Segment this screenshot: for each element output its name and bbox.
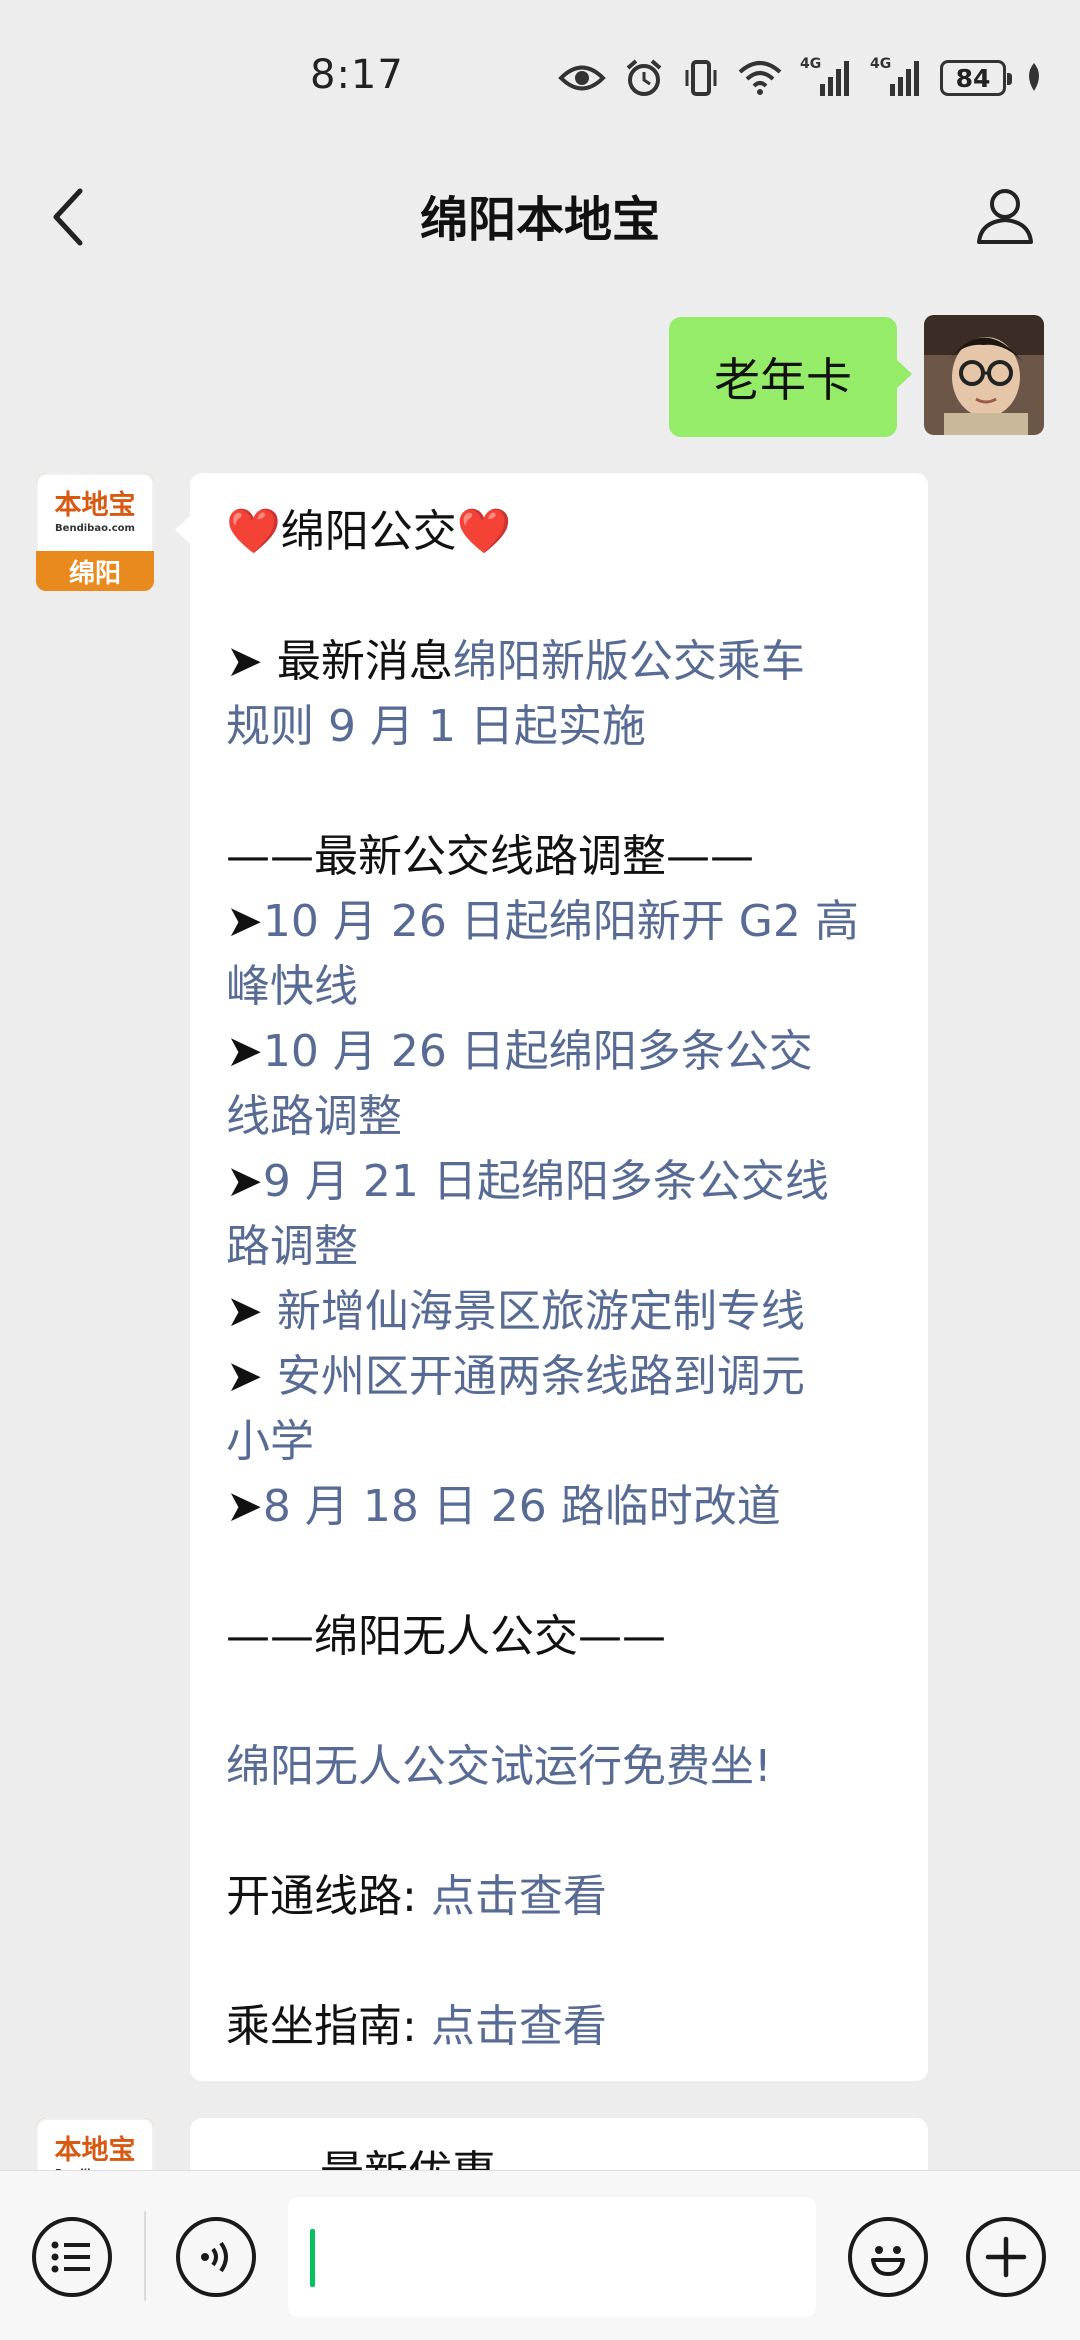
voice-icon: [201, 2241, 228, 2273]
more-button[interactable]: [966, 2217, 1046, 2297]
nav-bar: 绵阳本地宝: [0, 150, 1080, 280]
chat-title: 绵阳本地宝: [419, 192, 660, 248]
status-bar: 8:17 4G 4G 84: [0, 0, 1080, 150]
vibrate-icon: [682, 58, 720, 98]
emoji-icon: [871, 2246, 905, 2276]
user-avatar[interactable]: [924, 315, 1044, 435]
voice-button[interactable]: [176, 2217, 256, 2297]
network-label: 4G: [870, 56, 892, 72]
route-link[interactable]: 安州区开通两条线路到调元: [277, 1351, 805, 1402]
leaf-icon: [1024, 61, 1044, 95]
message-input[interactable]: [288, 2197, 816, 2317]
route-line: ➤9 月 21 日起绵阳多条公交线: [226, 1156, 829, 1207]
route-line: ➤ 新增仙海景区旅游定制专线: [226, 1286, 805, 1337]
battery-level: 84: [955, 63, 991, 93]
avatar-city: 绵阳: [68, 559, 121, 589]
avatar-brand: 本地宝: [54, 490, 136, 521]
profile-button[interactable]: [970, 180, 1040, 250]
official-account-avatar[interactable]: 本地宝 Bendibao.com 绵阳: [36, 473, 154, 591]
plus-icon: [985, 2236, 1027, 2278]
route-line: ➤ 安州区开通两条线路到调元: [226, 1351, 805, 1402]
route-link[interactable]: 10 月 26 日起绵阳新开 G2 高: [263, 896, 859, 947]
text-caret: [310, 2229, 315, 2287]
route-link[interactable]: 新增仙海景区旅游定制专线: [277, 1286, 805, 1337]
received-message-bubble: ❤️绵阳公交❤️ ➤ 最新消息绵阳新版公交乘车 规则 9 月 1 日起实施 ——…: [175, 473, 928, 2081]
sent-message-bubble[interactable]: 老年卡: [669, 317, 912, 437]
route-link[interactable]: 线路调整: [226, 1084, 892, 1149]
route-link[interactable]: 8 月 18 日 26 路临时改道: [263, 1481, 781, 1532]
route-line: ➤10 月 26 日起绵阳新开 G2 高: [226, 896, 859, 947]
emoji-button[interactable]: [848, 2217, 928, 2297]
status-icons: 4G 4G 84: [558, 56, 1044, 100]
route-link[interactable]: 9 月 21 日起绵阳多条公交线: [263, 1156, 829, 1207]
network-label: 4G: [800, 56, 822, 72]
heart-icon: ❤️: [456, 506, 512, 557]
menu-list-icon: [51, 2241, 90, 2273]
open-routes-link[interactable]: 点击查看: [431, 1871, 607, 1922]
signal-icon: 4G: [800, 56, 852, 98]
route-link[interactable]: 10 月 26 日起绵阳多条公交: [263, 1026, 813, 1077]
divider: [144, 2211, 146, 2301]
route-link[interactable]: 峰快线: [226, 954, 892, 1019]
driverless-link[interactable]: 绵阳无人公交试运行免费坐!: [226, 1734, 892, 1799]
guide-line: 乘坐指南: 点击查看: [226, 2001, 607, 2052]
heart-icon: ❤️: [226, 506, 281, 557]
signal-icon: 4G: [870, 56, 922, 98]
alarm-icon: [624, 58, 664, 98]
wifi-icon: [738, 60, 782, 96]
battery-icon: 84: [940, 60, 1012, 96]
message-title: ❤️绵阳公交❤️: [226, 506, 512, 557]
person-icon: [977, 189, 1033, 244]
news-link[interactable]: 规则 9 月 1 日起实施: [226, 694, 892, 759]
status-time: 8:17: [310, 52, 404, 98]
section-heading: ——绵阳无人公交——: [226, 1611, 666, 1662]
route-line: ➤10 月 26 日起绵阳多条公交: [226, 1026, 813, 1077]
avatar-brand: 本地宝: [54, 2135, 136, 2166]
section-heading: ——最新公交线路调整——: [226, 831, 754, 882]
guide-link[interactable]: 点击查看: [431, 2001, 607, 2052]
route-link[interactable]: 小学: [226, 1409, 892, 1474]
eye-icon: [558, 61, 606, 95]
open-routes-line: 开通线路: 点击查看: [226, 1871, 607, 1922]
menu-button[interactable]: [32, 2217, 112, 2297]
avatar-brand-sub: Bendibao.com: [55, 523, 135, 534]
route-link[interactable]: 路调整: [226, 1214, 892, 1279]
input-bar: [0, 2170, 1080, 2340]
route-line: ➤8 月 18 日 26 路临时改道: [226, 1481, 781, 1532]
news-link[interactable]: 绵阳新版公交乘车: [453, 636, 805, 687]
news-line: ➤ 最新消息绵阳新版公交乘车: [226, 636, 805, 687]
